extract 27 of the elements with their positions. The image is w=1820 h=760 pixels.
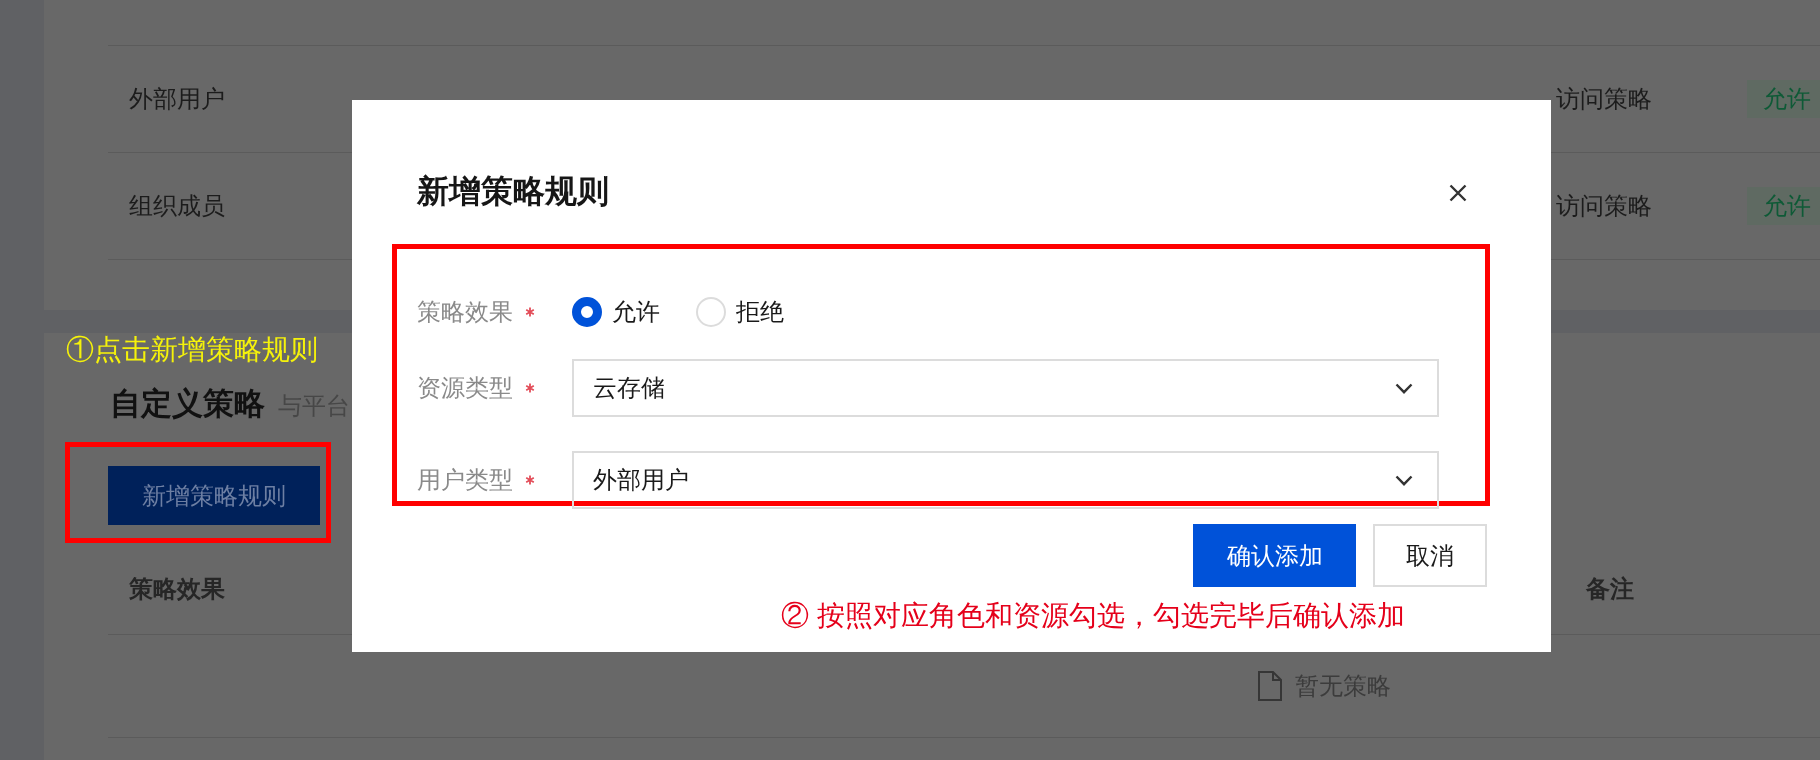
annotation-text: ② 按照对应角色和资源勾选，勾选完毕后确认添加	[781, 600, 1405, 632]
section-title: 自定义策略	[110, 386, 265, 422]
table-cell: 访问策略	[1556, 192, 1652, 219]
table-cell: 访问策略	[1556, 85, 1652, 112]
radio-label[interactable]: 允许	[612, 294, 660, 330]
table-header-cell-text: 策略效果	[129, 573, 225, 604]
chevron-down-icon	[1395, 382, 1413, 394]
cancel-button[interactable]: 取消	[1373, 524, 1487, 587]
radio-button[interactable]	[572, 297, 602, 327]
status-tag: 允许	[1747, 187, 1820, 225]
annotation-text: ①点击新增策略规则	[66, 334, 318, 366]
close-icon[interactable]	[1449, 184, 1467, 202]
form-label: 用户类型	[417, 465, 513, 495]
form-label: 资源类型	[417, 373, 513, 403]
select-field[interactable]: 云存储	[572, 359, 1439, 417]
table-cell-text: 组织成员	[129, 191, 225, 221]
status-tag: 允许	[1747, 80, 1820, 118]
dialog-title: 新增策略规则	[417, 172, 609, 211]
chevron-down-icon	[1395, 474, 1413, 486]
add-rule-button[interactable]: 新增策略规则	[108, 466, 320, 525]
confirm-button[interactable]: 确认添加	[1193, 524, 1356, 587]
document-icon	[1258, 671, 1282, 701]
form-label: 策略效果	[417, 297, 513, 327]
table-cell-text: 外部用户	[129, 84, 225, 114]
select-field[interactable]: 外部用户	[572, 451, 1439, 509]
table-header-cell-text: 备注	[1586, 573, 1634, 604]
radio-label[interactable]: 拒绝	[736, 294, 784, 330]
